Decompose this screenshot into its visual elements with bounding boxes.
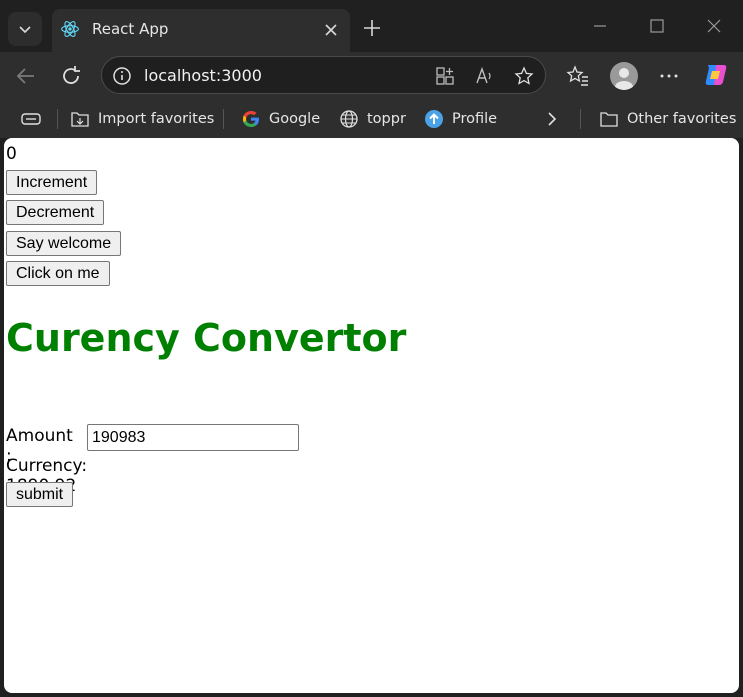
- favorite-import-favorites[interactable]: Import favorites: [70, 106, 214, 132]
- close-tab-icon[interactable]: [322, 21, 340, 39]
- favorites-separator: [57, 109, 58, 129]
- user-avatar-icon: [615, 68, 633, 90]
- other-favorites[interactable]: Other favorites: [599, 106, 736, 132]
- chevron-right-icon[interactable]: [544, 111, 560, 127]
- more-options-icon[interactable]: [657, 64, 681, 88]
- read-aloud-icon[interactable]: [474, 66, 494, 86]
- google-icon: [243, 111, 259, 127]
- globe-icon: [340, 110, 358, 128]
- split-screen-icon[interactable]: [435, 66, 455, 86]
- favorites-separator: [223, 109, 224, 129]
- back-arrow-icon[interactable]: [14, 64, 38, 88]
- favorite-profile[interactable]: Profile: [424, 106, 497, 132]
- profile-upload-icon: [425, 110, 443, 128]
- minimize-icon[interactable]: [590, 16, 610, 36]
- say-welcome-button[interactable]: Say welcome: [6, 231, 122, 256]
- favorite-toppr[interactable]: toppr: [339, 106, 406, 132]
- favorite-star-icon[interactable]: [514, 66, 534, 86]
- other-favorites-label: Other favorites: [627, 111, 737, 127]
- active-tab[interactable]: React App: [52, 9, 350, 52]
- page-viewport: 0 Increment Decrement Say welcome Click …: [4, 138, 739, 693]
- maximize-icon[interactable]: [647, 16, 667, 36]
- browser-titlebar: React App: [0, 0, 743, 52]
- counter-value: 0: [6, 144, 17, 164]
- profile-avatar[interactable]: [610, 62, 638, 90]
- click-on-me-button[interactable]: Click on me: [6, 261, 110, 286]
- increment-button[interactable]: Increment: [6, 170, 98, 195]
- url-text: localhost:3000: [144, 66, 262, 85]
- refresh-icon[interactable]: [59, 64, 83, 88]
- favorite-label: Google: [269, 111, 321, 127]
- favorite-label: Profile: [452, 111, 498, 127]
- submit-button[interactable]: submit: [6, 482, 74, 507]
- favorite-label: toppr: [367, 111, 406, 127]
- converter-title: Curency Convertor: [6, 316, 407, 360]
- favorite-label: Import favorites: [98, 111, 215, 127]
- favorite-google[interactable]: Google: [241, 106, 320, 132]
- browser-toolbar: localhost:3000: [0, 52, 743, 100]
- amount-input[interactable]: [87, 424, 299, 451]
- address-bar[interactable]: localhost:3000: [101, 56, 546, 94]
- favorites-list-icon[interactable]: [566, 64, 590, 88]
- close-window-icon[interactable]: [704, 16, 724, 36]
- import-favorites-icon: [71, 112, 89, 127]
- decrement-button[interactable]: Decrement: [6, 200, 105, 225]
- site-info-icon[interactable]: [112, 66, 132, 86]
- folder-icon: [600, 112, 618, 127]
- copilot-icon[interactable]: [702, 61, 730, 89]
- tab-title: React App: [92, 20, 169, 38]
- collections-icon[interactable]: [20, 110, 42, 128]
- favorites-separator: [580, 109, 581, 129]
- chevron-down-icon: [19, 26, 31, 34]
- favorites-bar: Import favorites Google toppr Profile Ot…: [0, 100, 743, 138]
- tab-actions-button[interactable]: [8, 12, 42, 46]
- new-tab-icon[interactable]: [362, 18, 382, 38]
- react-logo-icon: [61, 21, 79, 37]
